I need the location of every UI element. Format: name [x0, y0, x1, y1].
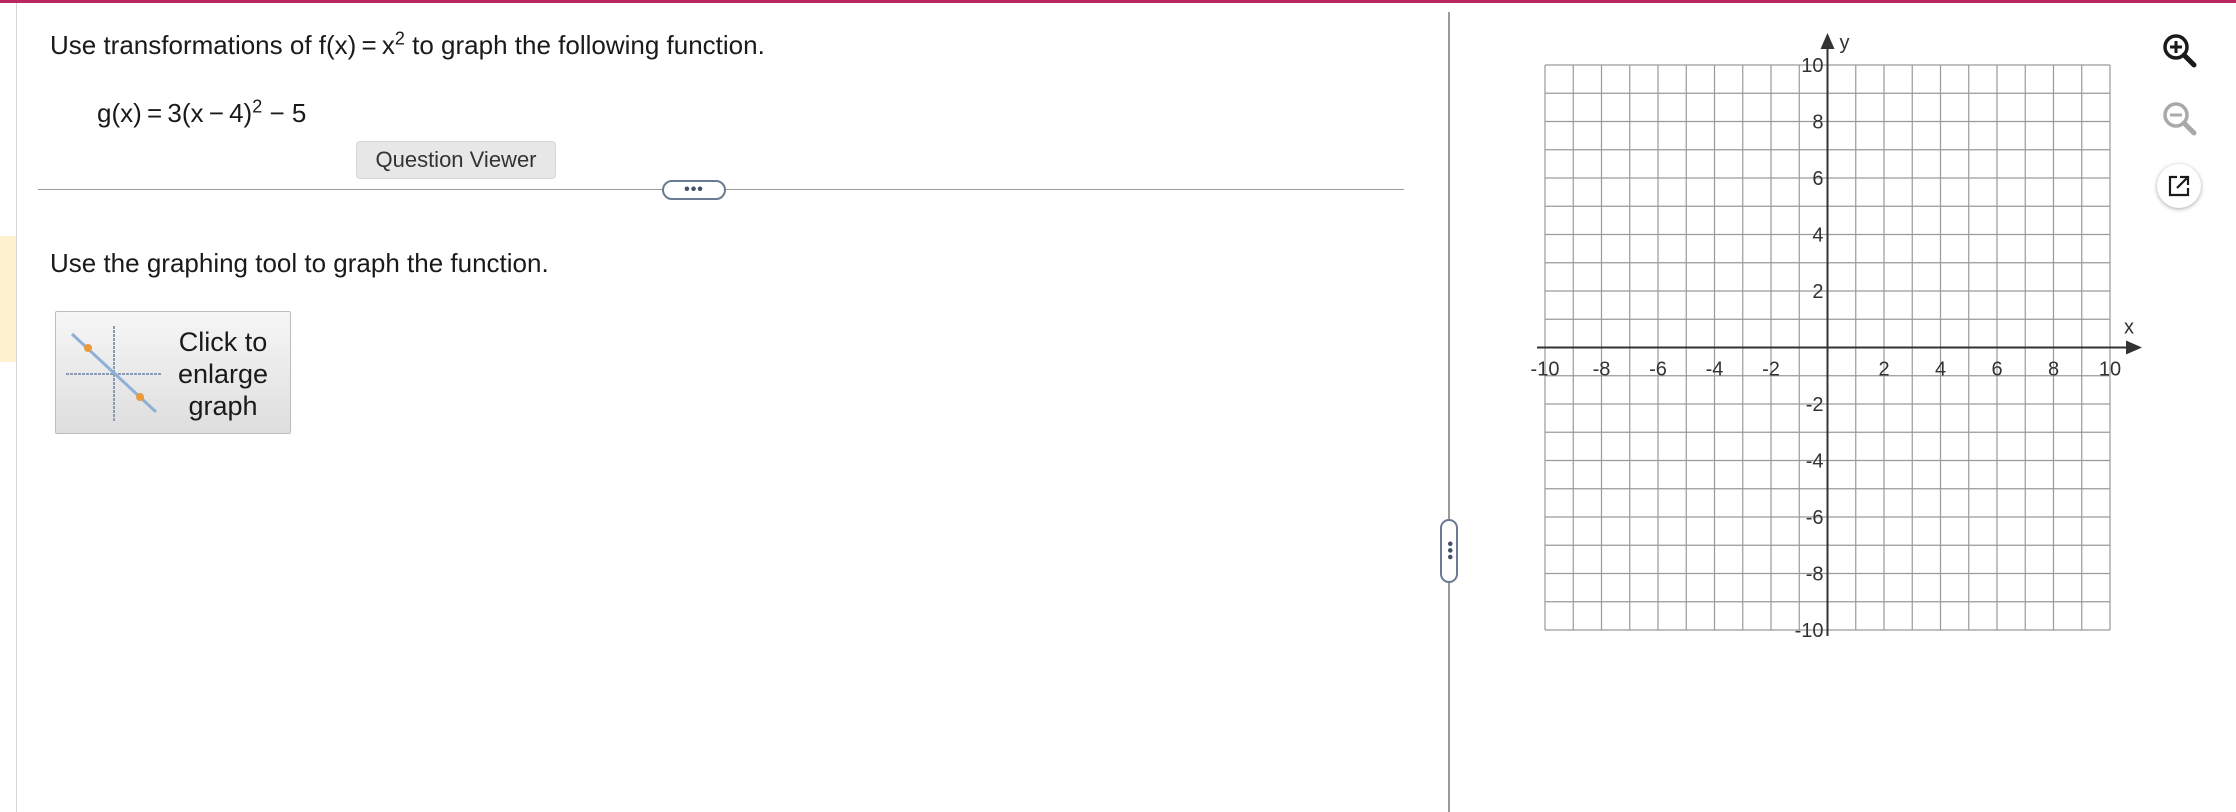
y-tick-label: -10 — [1795, 620, 1824, 642]
enlarge-graph-label: Click to enlarge graph — [177, 327, 269, 421]
x-tick-label: 4 — [1935, 359, 1946, 381]
y-tick-label: -2 — [1806, 394, 1824, 416]
left-margin-line — [16, 3, 17, 812]
zoom-out-icon — [2163, 102, 2197, 136]
equation-prefix: g(x) = 3(x − 4) — [97, 98, 253, 128]
x-axis-arrow — [2126, 340, 2142, 355]
question-instruction: Use transformations of f(x) = x2 to grap… — [50, 28, 765, 61]
instruction-prefix: Use transformations of f(x) = x — [50, 30, 395, 60]
popout-button[interactable] — [2157, 164, 2201, 208]
x-tick-label: -8 — [1593, 359, 1611, 381]
x-tick-label: -10 — [1531, 359, 1560, 381]
graphing-tool-prompt: Use the graphing tool to graph the funct… — [50, 248, 549, 278]
panel-resize-handle[interactable]: ••• — [1440, 519, 1458, 583]
y-tick-label: 8 — [1812, 112, 1823, 134]
x-tick-label: -4 — [1706, 359, 1724, 381]
external-link-icon — [2168, 175, 2190, 197]
zoom-in-icon — [2163, 34, 2197, 68]
current-part-marker — [0, 236, 16, 362]
x-tick-label: 8 — [2048, 359, 2059, 381]
equation-suffix: − 5 — [262, 98, 307, 128]
y-axis-arrow — [1820, 33, 1835, 49]
equation-exponent: 2 — [252, 96, 263, 117]
instruction-suffix: to graph the following function. — [404, 30, 765, 60]
x-tick-label: 10 — [2099, 359, 2121, 381]
y-tick-label: 2 — [1812, 281, 1823, 303]
y-tick-label: 6 — [1812, 168, 1823, 190]
instruction-exponent: 2 — [394, 28, 405, 49]
zoom-in-button[interactable] — [2157, 28, 2201, 72]
y-tick-label: 10 — [1801, 55, 1823, 77]
panel-divider — [1448, 12, 1450, 812]
zoom-out-button[interactable] — [2157, 96, 2201, 140]
function-equation: g(x) = 3(x − 4)2 − 5 — [97, 96, 307, 129]
graph-thumbnail-icon — [66, 326, 162, 422]
x-tick-label: -2 — [1762, 359, 1780, 381]
coordinate-graph[interactable]: x y -10 -8 -6 -4 -2 2 4 6 8 10 10 8 6 4 2 -2 -4 -6 -8 -10 — [1520, 20, 2160, 660]
expand-more-handle[interactable]: ••• — [662, 180, 726, 200]
x-tick-label: 2 — [1878, 359, 1889, 381]
top-accent-bar — [0, 0, 2236, 3]
x-tick-label: -6 — [1649, 359, 1667, 381]
y-axis-label: y — [1840, 32, 1850, 54]
y-tick-label: -8 — [1806, 564, 1824, 586]
x-axis-label: x — [2124, 317, 2134, 339]
question-viewer-button[interactable]: Question Viewer — [356, 141, 556, 179]
y-tick-label: 4 — [1812, 225, 1823, 247]
enlarge-graph-button[interactable]: Click to enlarge graph — [55, 311, 291, 434]
y-tick-label: -4 — [1806, 451, 1824, 473]
y-tick-label: -6 — [1806, 507, 1824, 529]
x-tick-label: 6 — [1991, 359, 2002, 381]
